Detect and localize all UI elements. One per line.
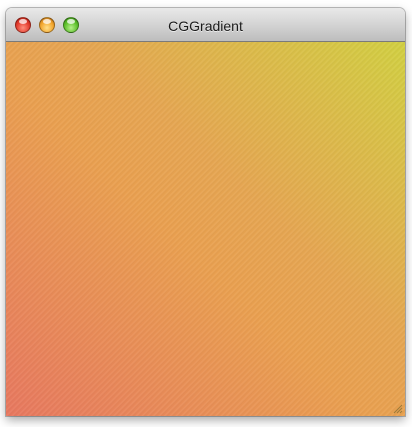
title-bar[interactable]: CGGradient (6, 8, 405, 42)
gradient-view (6, 42, 405, 416)
window-title: CGGradient (168, 18, 243, 34)
resize-grip-icon[interactable] (391, 402, 403, 414)
gradient-texture (6, 42, 405, 416)
app-window: CGGradient (6, 8, 405, 416)
